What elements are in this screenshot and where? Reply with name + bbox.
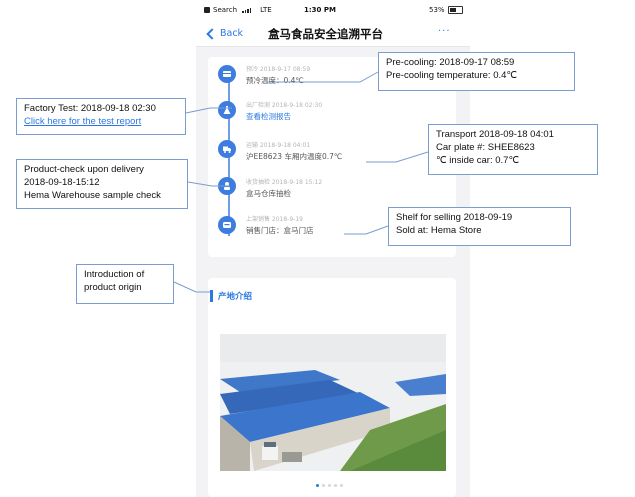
timeline-entry-product-check: 收货抽检 2018-9-18 15:12 盒马仓库抽检 — [246, 177, 322, 199]
callout-line: Product-check upon delivery — [24, 164, 144, 175]
back-button[interactable]: Back — [206, 27, 244, 40]
app-switch-icon — [204, 7, 210, 13]
store-icon — [218, 216, 236, 234]
network-label: LTE — [260, 6, 272, 14]
origin-section-title: 产地介绍 — [218, 292, 253, 302]
callout-line: Pre-cooling temperature: 0.4℃ — [386, 70, 518, 81]
entry-meta: 运输 2018-9-18 04:01 — [246, 142, 311, 149]
pager-dot-active[interactable] — [316, 484, 319, 487]
pager-dot[interactable] — [328, 484, 331, 487]
callout-factory-test: Factory Test: 2018-09-18 02:30 Click her… — [16, 98, 186, 135]
status-time: 1:30 PM — [304, 6, 336, 14]
carousel-pager[interactable] — [316, 484, 343, 487]
callout-line: Transport 2018-09-18 04:01 — [436, 129, 554, 140]
pager-dot[interactable] — [334, 484, 337, 487]
callout-origin: Introduction of product origin — [76, 264, 174, 304]
timeline-entry-transport: 运输 2018-9-18 04:01 沪EE8623 车厢内温度0.7℃ — [246, 140, 342, 162]
entry-meta: 出厂检测 2018-9-18 02:30 — [246, 102, 323, 109]
entry-value: 预冷温度：0.4℃ — [246, 76, 304, 85]
callout-line: product origin — [84, 282, 142, 293]
carrier-label: Search — [213, 6, 238, 14]
timeline-entry-precooling: 预冷 2018-9-17 08:59 预冷温度：0.4℃ — [246, 64, 310, 86]
section-accent-bar — [210, 290, 213, 302]
callout-line: Factory Test: 2018-09-18 02:30 — [24, 103, 156, 114]
pager-dot[interactable] — [322, 484, 325, 487]
callout-line: Car plate #: SHEE8623 — [436, 142, 535, 153]
test-report-callout-link[interactable]: Click here for the test report — [24, 115, 178, 128]
origin-photo[interactable] — [220, 334, 446, 471]
flask-icon — [218, 101, 236, 119]
test-report-link[interactable]: 查看检测报告 — [246, 111, 322, 122]
battery-status: 53% — [429, 6, 463, 14]
callout-line: Sold at: Hema Store — [396, 225, 482, 236]
battery-percent: 53% — [429, 6, 445, 14]
entry-meta: 收货抽检 2018-9-18 15:12 — [246, 179, 323, 186]
status-bar: Search LTE 1:30 PM 53% — [196, 0, 470, 20]
nav-bar: Back 盒马食品安全追溯平台 ··· — [196, 20, 470, 47]
farm-buildings-image — [220, 334, 446, 471]
truck-icon — [218, 140, 236, 158]
callout-shelf: Shelf for selling 2018-09-19 Sold at: He… — [388, 207, 571, 246]
more-menu-button[interactable]: ··· — [438, 26, 451, 37]
entry-value: 盒马仓库抽检 — [246, 189, 291, 198]
callout-line: ℃ inside car: 0.7℃ — [436, 155, 520, 166]
pager-dot[interactable] — [340, 484, 343, 487]
entry-meta: 上架销售 2018-9-19 — [246, 216, 303, 223]
callout-line: Hema Warehouse sample check — [24, 190, 161, 201]
page-title: 盒马食品安全追溯平台 — [268, 27, 383, 41]
back-label: Back — [220, 28, 244, 39]
battery-icon — [447, 6, 463, 14]
callout-precooling: Pre-cooling: 2018-09-17 08:59 Pre-coolin… — [378, 52, 575, 91]
callout-line: Introduction of — [84, 269, 145, 280]
entry-value: 沪EE8623 车厢内温度0.7℃ — [246, 152, 343, 161]
callout-line: Shelf for selling 2018-09-19 — [396, 212, 513, 223]
callout-line: 2018-09-18-15:12 — [24, 177, 100, 188]
snowflake-icon — [218, 65, 236, 83]
entry-value: 销售门店：盒马门店 — [246, 226, 314, 235]
chevron-left-icon — [206, 27, 218, 40]
callout-product-check: Product-check upon delivery 2018-09-18-1… — [16, 159, 188, 209]
timeline-entry-shelf: 上架销售 2018-9-19 销售门店：盒马门店 — [246, 214, 314, 236]
status-left: Search LTE — [204, 6, 272, 14]
timeline-entry-factory-test: 出厂检测 2018-9-18 02:30 查看检测报告 — [246, 100, 322, 122]
callout-transport: Transport 2018-09-18 04:01 Car plate #: … — [428, 124, 598, 175]
inspection-icon — [218, 177, 236, 195]
signal-icon — [242, 7, 252, 13]
callout-line: Pre-cooling: 2018-09-17 08:59 — [386, 57, 515, 68]
entry-meta: 预冷 2018-9-17 08:59 — [246, 66, 311, 73]
